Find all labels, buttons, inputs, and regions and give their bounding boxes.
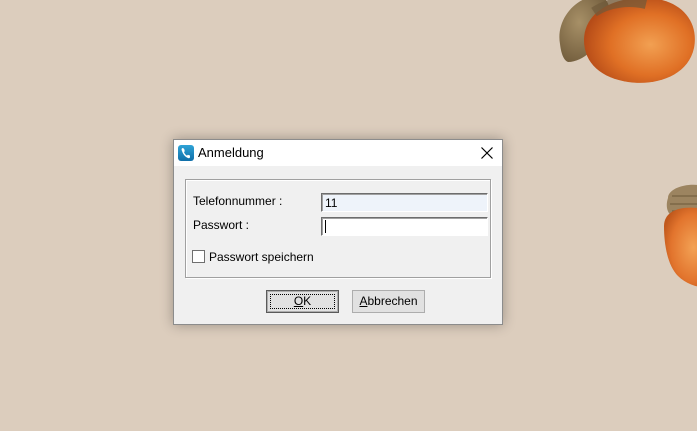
- focus-rectangle: [270, 294, 335, 309]
- login-groupbox: Telefonnummer : 11 Passwort : Passwort s…: [185, 179, 491, 278]
- cancel-button[interactable]: Abbrechen: [352, 290, 425, 313]
- ok-button[interactable]: OK: [266, 290, 339, 313]
- remember-password-label[interactable]: Passwort speichern: [209, 250, 314, 264]
- cancel-label-rest: bbrechen: [367, 294, 418, 308]
- dialog-title: Anmeldung: [198, 145, 264, 160]
- titlebar: Anmeldung: [174, 140, 502, 166]
- text-caret: [325, 220, 326, 233]
- password-field[interactable]: [321, 217, 488, 236]
- acorn-decoration: [664, 184, 697, 287]
- phone-label: Telefonnummer :: [193, 194, 283, 208]
- close-icon: [481, 147, 493, 159]
- phone-value: 11: [325, 196, 338, 210]
- acorn-decoration: [559, 0, 695, 83]
- close-button[interactable]: [472, 140, 502, 166]
- remember-password-checkbox[interactable]: [192, 250, 205, 263]
- telephone-handset-icon: [178, 145, 194, 161]
- phone-field[interactable]: 11: [321, 193, 488, 212]
- login-dialog: Anmeldung Telefonnummer : 11 Passwort : …: [173, 139, 503, 325]
- password-label: Passwort :: [193, 218, 250, 232]
